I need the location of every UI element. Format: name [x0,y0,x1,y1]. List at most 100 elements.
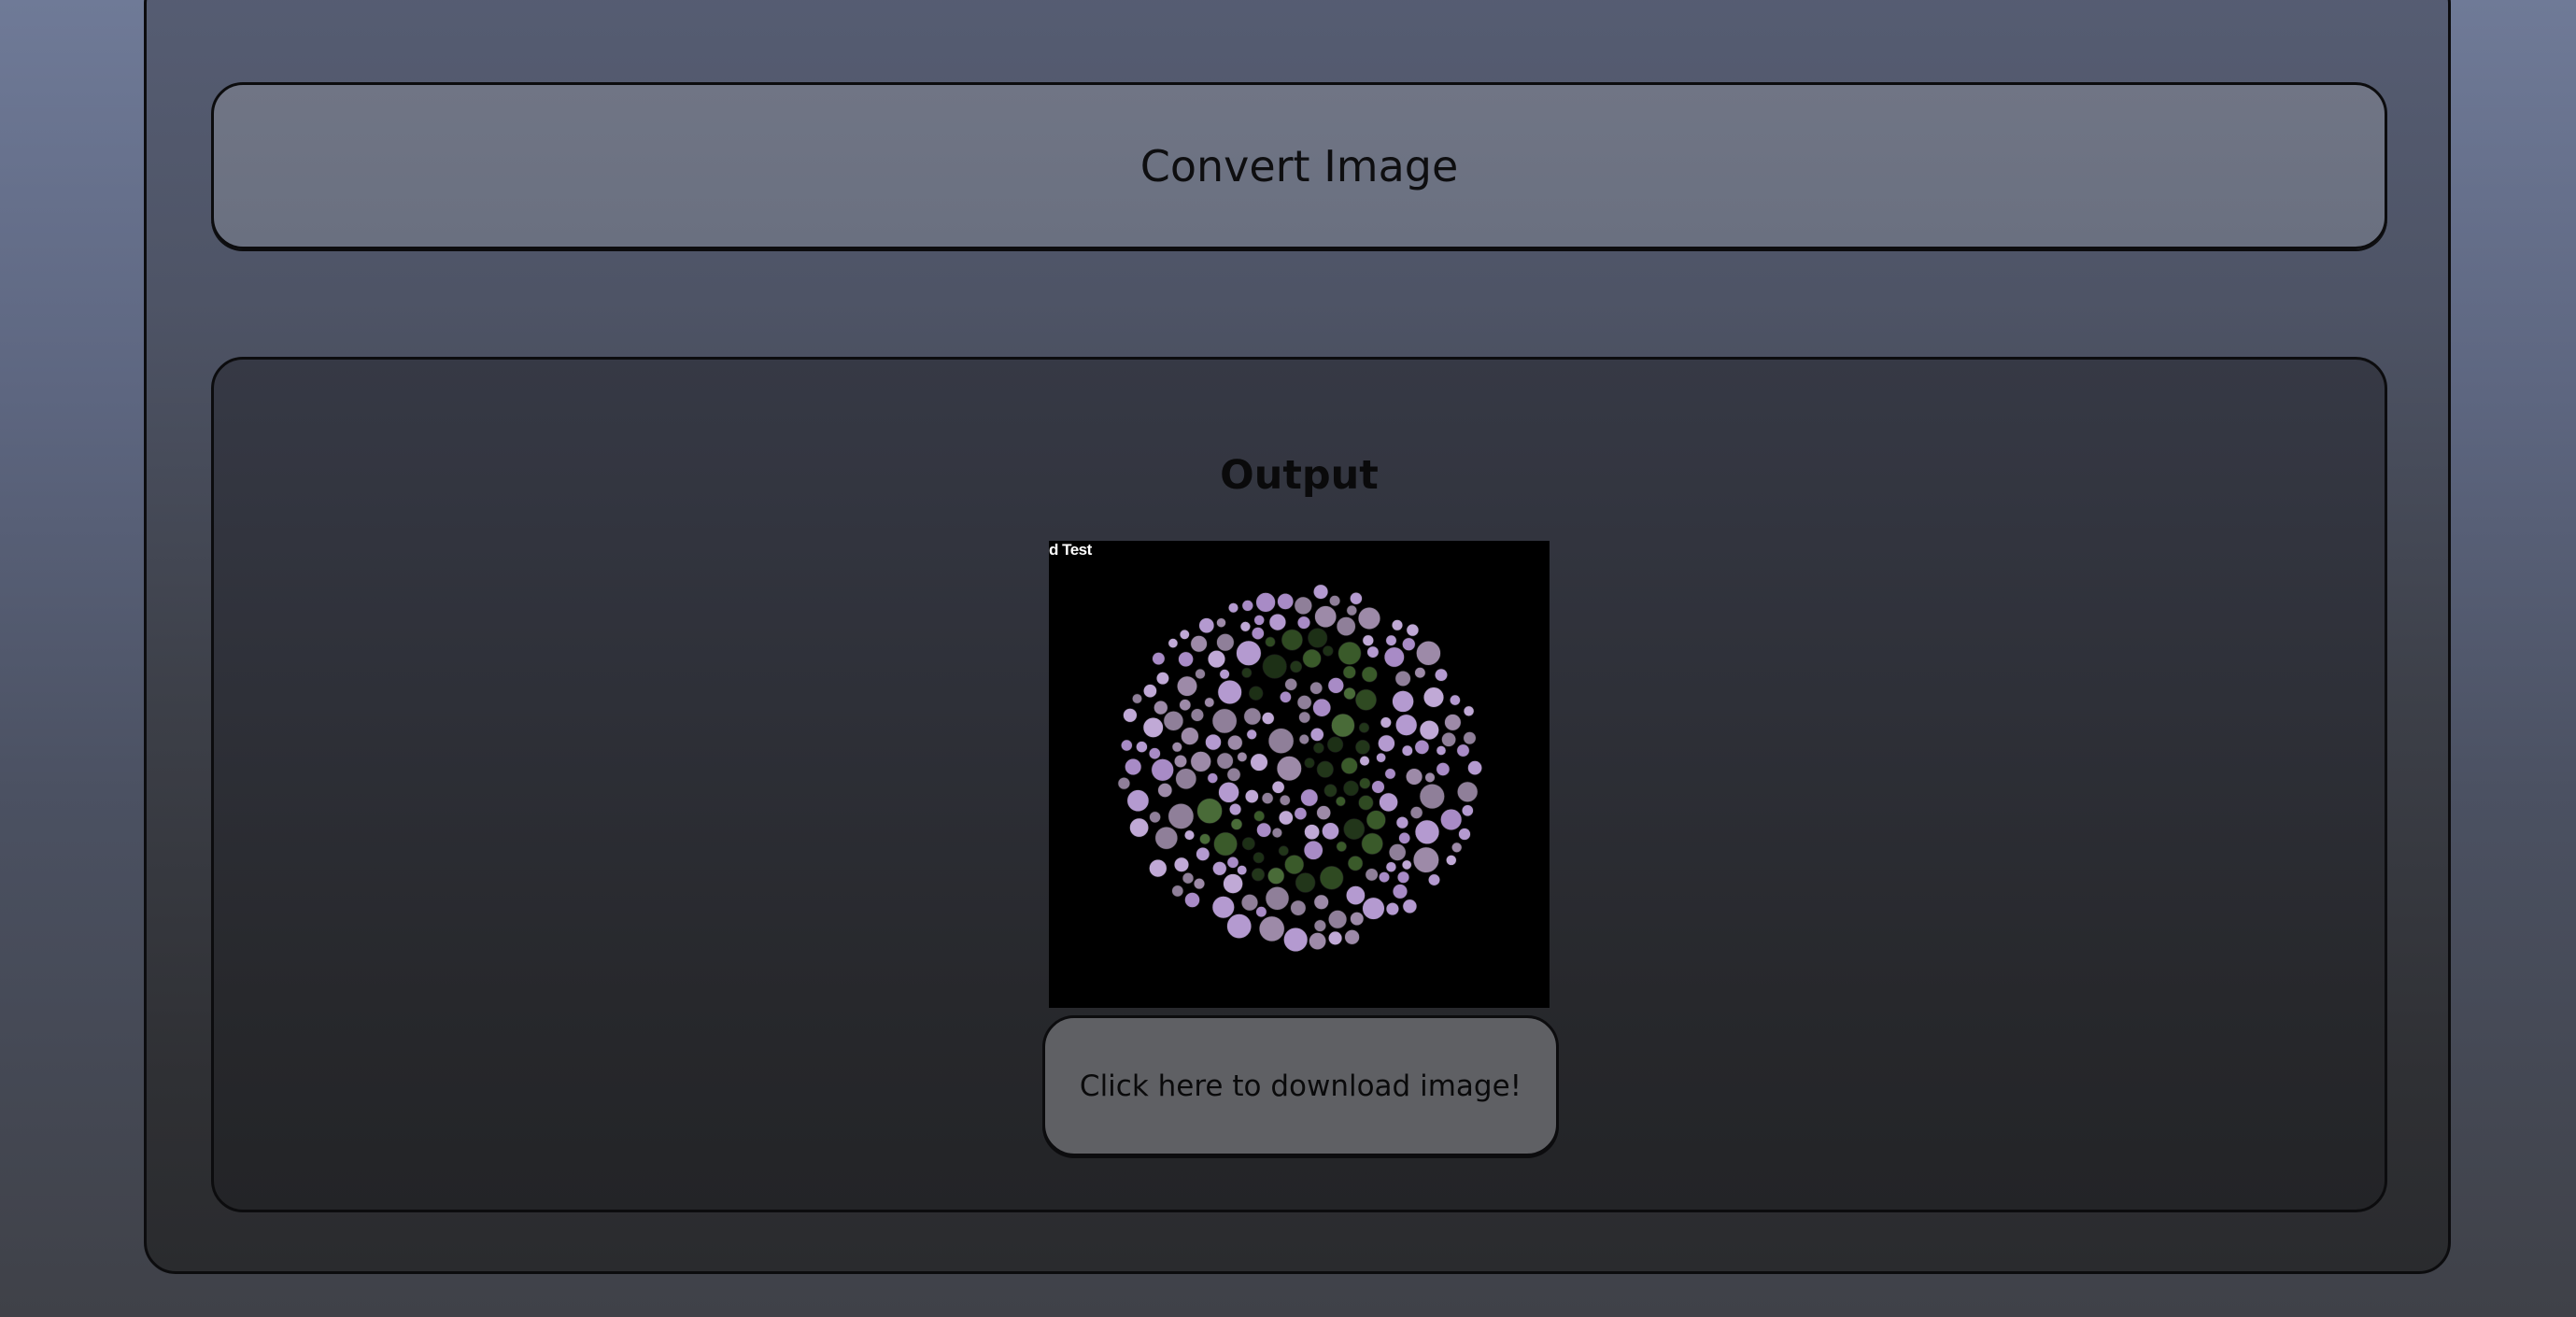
plate-background-dot [1396,871,1410,884]
plate-figure-dot [1251,868,1266,882]
plate-background-dot [1211,708,1238,734]
plate-background-dot [1227,602,1239,614]
color-blind-test-plate-image [1117,584,1482,953]
plate-background-dot [1149,858,1168,878]
plate-background-dot [1406,768,1423,786]
plate-background-dot [1174,755,1188,769]
plate-background-dot [1309,727,1324,742]
plate-figure-dot [1241,667,1253,678]
plate-background-dot [1300,788,1319,807]
output-title: Output [1220,452,1379,499]
plate-background-dot [1117,777,1131,790]
plate-background-dot [1362,634,1374,646]
plate-background-dot [1329,595,1341,607]
plate-figure-dot [1213,831,1238,857]
download-image-button[interactable]: Click here to download image! [1042,1015,1559,1156]
convert-image-button[interactable]: Convert Image [211,82,2387,249]
plate-background-dot [1195,668,1206,680]
plate-background-dot [1412,846,1439,873]
plate-background-dot [1445,855,1457,866]
plate-background-dot [1419,784,1445,810]
plate-background-dot [1422,687,1445,708]
plate-background-dot [1123,708,1138,723]
plate-background-dot [1256,822,1272,838]
plate-background-dot [1151,758,1174,782]
plate-background-dot [1384,768,1396,780]
plate-figure-dot [1290,660,1303,673]
plate-background-dot [1283,927,1309,953]
plate-background-dot [1136,741,1148,753]
plate-background-dot [1168,638,1179,648]
plate-background-dot [1385,861,1397,873]
plate-background-dot [1395,816,1409,829]
plate-background-dot [1258,915,1285,942]
plate-figure-dot [1319,865,1344,890]
plate-background-dot [1378,871,1390,884]
plate-background-dot [1296,616,1311,630]
plate-background-dot [1171,885,1184,898]
plate-figure-dot [1241,837,1255,851]
plate-figure-dot [1262,654,1287,679]
plate-background-dot [1261,792,1274,804]
plate-background-dot [1463,731,1477,745]
plate-background-dot [1391,619,1404,631]
plate-background-dot [1148,747,1161,760]
plate-background-dot [1142,716,1164,738]
plate-background-dot [1346,604,1358,616]
plate-background-dot [1449,694,1461,706]
plate-background-dot [1322,822,1339,841]
plate-background-dot [1385,902,1400,916]
plate-background-dot [1392,884,1408,899]
plate-background-dot [1207,772,1219,784]
plate-background-dot [1336,616,1356,637]
output-panel: Output d Test Click here to download ima… [211,357,2387,1212]
plate-background-dot [1380,716,1392,729]
plate-background-dot [1207,649,1226,669]
plate-background-dot [1294,596,1312,616]
plate-background-dot [1184,892,1200,908]
plate-background-dot [1401,744,1413,757]
plate-background-dot [1132,693,1143,704]
plate-figure-dot [1359,777,1371,789]
plate-background-dot [1441,731,1456,747]
plate-background-dot [1178,651,1194,668]
plate-background-dot [1157,783,1173,798]
plate-background-dot [1193,878,1206,890]
plate-background-dot [1298,711,1311,724]
plate-background-dot [1371,780,1385,794]
plate-background-dot [1175,768,1197,790]
plate-background-dot [1350,591,1363,605]
plate-background-dot [1182,872,1195,885]
plate-figure-dot [1267,867,1285,885]
plate-background-dot [1392,690,1414,713]
plate-figure-dot [1366,810,1386,830]
plate-background-dot [1163,711,1184,731]
plate-background-dot [1394,671,1411,687]
plate-background-dot [1239,621,1252,632]
plate-background-dot [1401,859,1412,871]
plate-background-dot [1309,932,1327,951]
plate-background-dot [1314,605,1338,629]
plate-background-dot [1436,762,1451,776]
plate-background-dot [1313,584,1329,600]
plate-background-dot [1279,690,1292,703]
plate-background-dot [1402,899,1418,914]
plate-background-dot [1152,652,1166,666]
plate-background-dot [1267,728,1295,754]
plate-background-dot [1236,640,1262,666]
plate-background-dot [1467,760,1482,775]
plate-figure-dot [1347,856,1364,871]
plate-background-dot [1277,593,1295,610]
output-image: d Test [1049,541,1550,1008]
plate-background-dot [1218,781,1239,803]
plate-background-dot [1350,912,1365,927]
plate-background-dot [1241,600,1254,612]
plate-background-dot [1458,828,1471,841]
plate-background-dot [1217,679,1242,705]
plate-background-dot [1345,885,1366,906]
plate-background-dot [1276,756,1302,782]
plate-background-dot [1424,772,1436,783]
plate-background-dot [1414,819,1440,844]
plate-figure-dot [1196,798,1223,824]
plate-figure-dot [1323,645,1334,657]
